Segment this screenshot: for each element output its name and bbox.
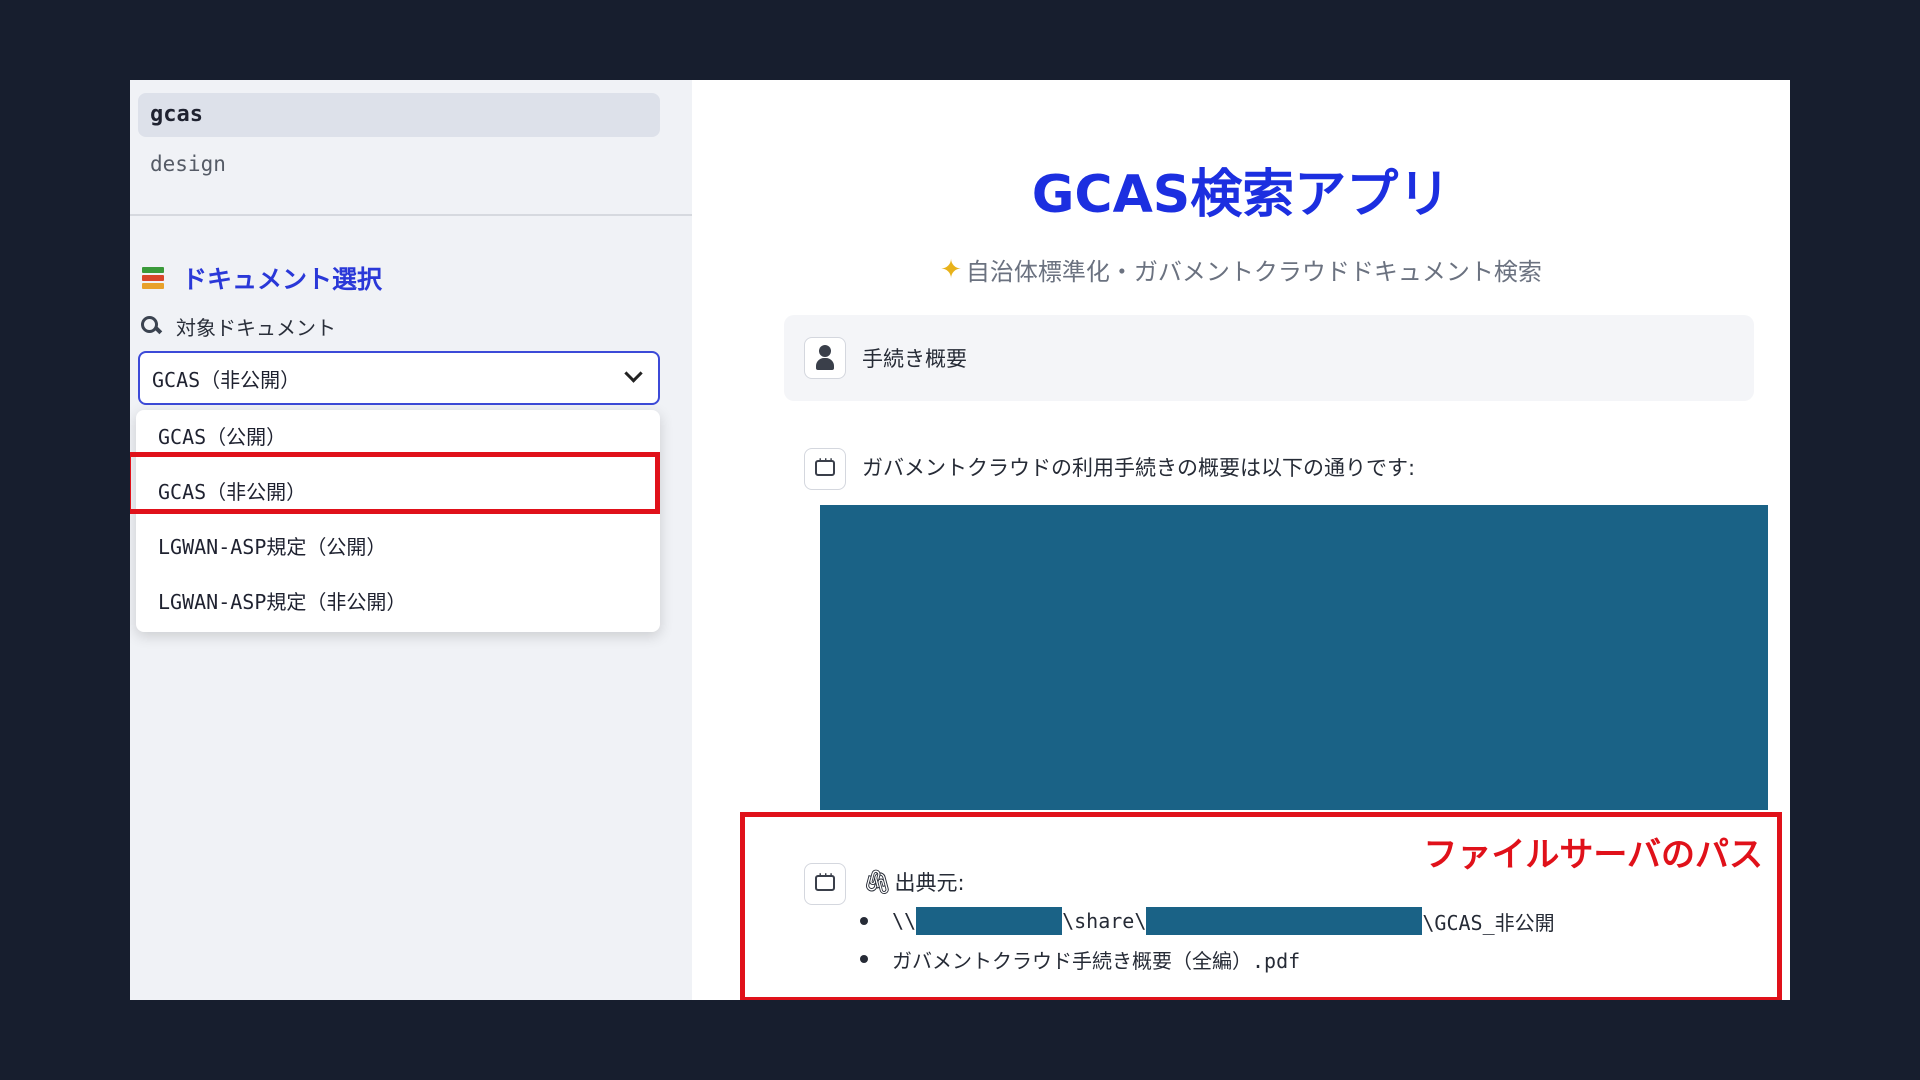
- section-title: ドキュメント選択: [140, 258, 382, 298]
- chevron-down-icon[interactable]: [624, 364, 643, 383]
- chat-icon: [815, 452, 835, 476]
- nav-item-gcas[interactable]: gcas: [138, 93, 660, 137]
- nav-divider: [130, 214, 692, 216]
- user-avatar: [804, 337, 846, 379]
- user-message: 手続き概要: [784, 315, 1754, 401]
- field-label-text: 対象ドキュメント: [176, 315, 336, 340]
- select-value: GCAS（非公開）: [152, 367, 301, 392]
- source-annotation-box: ファイルサーバのパス: [740, 812, 1782, 1000]
- sidebar: gcas design ドキュメント選択 対象ドキュメント GCAS（非公開） …: [130, 80, 692, 1000]
- option-lgwan-public[interactable]: LGWAN-ASP規定（公開）: [136, 520, 660, 575]
- magnifier-icon: [140, 315, 162, 337]
- document-select[interactable]: GCAS（非公開）: [138, 351, 660, 405]
- redacted-answer-block: [820, 505, 1768, 810]
- user-message-text: 手続き概要: [862, 347, 967, 371]
- option-lgwan-private[interactable]: LGWAN-ASP規定（非公開）: [136, 575, 660, 630]
- selected-option-highlight: [130, 452, 660, 514]
- assistant-avatar: [804, 448, 846, 490]
- books-icon: [140, 265, 166, 291]
- subtitle-text: 自治体標準化・ガバメントクラウドドキュメント検索: [965, 258, 1542, 286]
- sparkle-icon: ✦: [940, 254, 962, 285]
- user-avatar-icon: [816, 345, 834, 371]
- app-window: gcas design ドキュメント選択 対象ドキュメント GCAS（非公開） …: [130, 80, 1790, 1000]
- section-title-text: ドキュメント選択: [182, 265, 383, 294]
- page-title: GCAS検索アプリ: [1031, 165, 1451, 225]
- main-panel: GCAS検索アプリ ✦ 自治体標準化・ガバメントクラウドドキュメント検索 手続き…: [692, 80, 1790, 1000]
- page-subtitle: ✦ 自治体標準化・ガバメントクラウドドキュメント検索: [692, 252, 1790, 287]
- annotation-caption: ファイルサーバのパス: [1423, 835, 1763, 875]
- assistant-message-text: ガバメントクラウドの利用手続きの概要は以下の通りです:: [862, 456, 1416, 480]
- document-dropdown: GCAS（公開） GCAS（非公開） LGWAN-ASP規定（公開） LGWAN…: [136, 410, 660, 632]
- nav-item-design[interactable]: design: [138, 142, 660, 186]
- document-field-label: 対象ドキュメント: [140, 310, 336, 342]
